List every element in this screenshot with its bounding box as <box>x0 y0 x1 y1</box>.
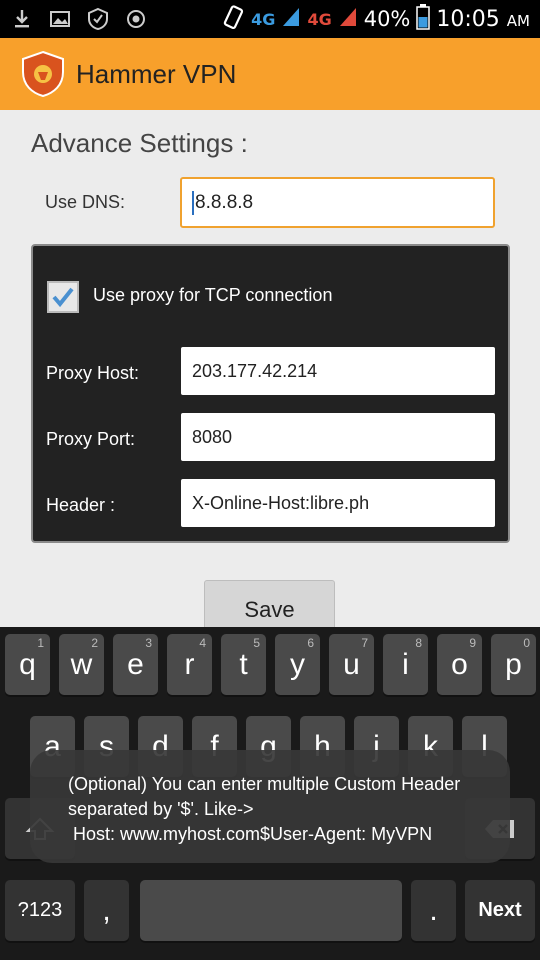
key-w[interactable]: w2 <box>59 634 104 695</box>
network-type-1: 4G <box>251 9 276 29</box>
use-proxy-label: Use proxy for TCP connection <box>93 285 333 305</box>
header-label: Header : <box>46 495 116 515</box>
battery-percent: 40% <box>363 7 411 31</box>
key-p[interactable]: p0 <box>491 634 536 695</box>
network-type-2: 4G <box>307 9 332 29</box>
period-key[interactable]: . <box>411 880 456 941</box>
image-icon <box>48 6 72 32</box>
key-y[interactable]: y6 <box>275 634 320 695</box>
comma-key[interactable]: , <box>84 880 129 941</box>
proxy-host-value: 203.177.42.214 <box>192 360 318 381</box>
space-key[interactable] <box>140 880 402 941</box>
app-logo-icon[interactable] <box>20 50 66 98</box>
text-cursor <box>192 190 194 215</box>
download-icon <box>10 6 34 32</box>
shield-icon <box>86 6 110 32</box>
symbols-key[interactable]: ?123 <box>5 880 75 941</box>
signal-icon <box>281 6 301 32</box>
dns-value: 8.8.8.8 <box>195 191 254 213</box>
header-value: X-Online-Host:libre.ph <box>192 492 370 513</box>
proxy-port-input[interactable]: 8080 <box>181 413 495 461</box>
checkmark-icon <box>52 287 74 308</box>
help-toast: (Optional) You can enter multiple Custom… <box>30 750 510 863</box>
section-title: Advance Settings : <box>31 128 248 158</box>
clock-time: 10:05 <box>436 6 500 32</box>
header-input[interactable]: X-Online-Host:libre.ph <box>181 479 495 527</box>
next-key[interactable]: Next <box>465 880 535 941</box>
use-proxy-checkbox[interactable] <box>47 281 79 313</box>
key-i[interactable]: i8 <box>383 634 428 695</box>
key-o[interactable]: o9 <box>437 634 482 695</box>
battery-icon <box>416 4 431 34</box>
clock: 10:05 AM <box>436 7 530 32</box>
toast-line-1: (Optional) You can enter multiple Custom… <box>68 774 461 794</box>
proxy-host-input[interactable]: 203.177.42.214 <box>181 347 495 395</box>
key-q[interactable]: q1 <box>5 634 50 695</box>
proxy-port-value: 8080 <box>192 426 233 447</box>
toast-line-3: Host: www.myhost.com$User-Agent: MyVPN <box>73 824 433 844</box>
record-icon <box>124 6 148 32</box>
proxy-settings-panel: Use proxy for TCP connection Proxy Host:… <box>31 244 510 543</box>
action-bar: Hammer VPN <box>0 38 540 110</box>
proxy-host-label: Proxy Host: <box>46 363 140 383</box>
toast-line-2: separated by '$'. Like-> <box>68 799 254 819</box>
vibrate-icon <box>221 4 245 34</box>
status-bar: 4G 4G 40% 10:05 AM <box>0 0 540 38</box>
key-u[interactable]: u7 <box>329 634 374 695</box>
key-r[interactable]: r4 <box>167 634 212 695</box>
proxy-port-label: Proxy Port: <box>46 429 136 449</box>
clock-ampm: AM <box>506 11 530 30</box>
key-t[interactable]: t5 <box>221 634 266 695</box>
app-title: Hammer VPN <box>76 58 237 89</box>
dns-input[interactable]: 8.8.8.8 <box>180 177 495 228</box>
dns-label: Use DNS: <box>45 192 126 212</box>
key-e[interactable]: e3 <box>113 634 158 695</box>
signal-icon <box>338 6 358 32</box>
